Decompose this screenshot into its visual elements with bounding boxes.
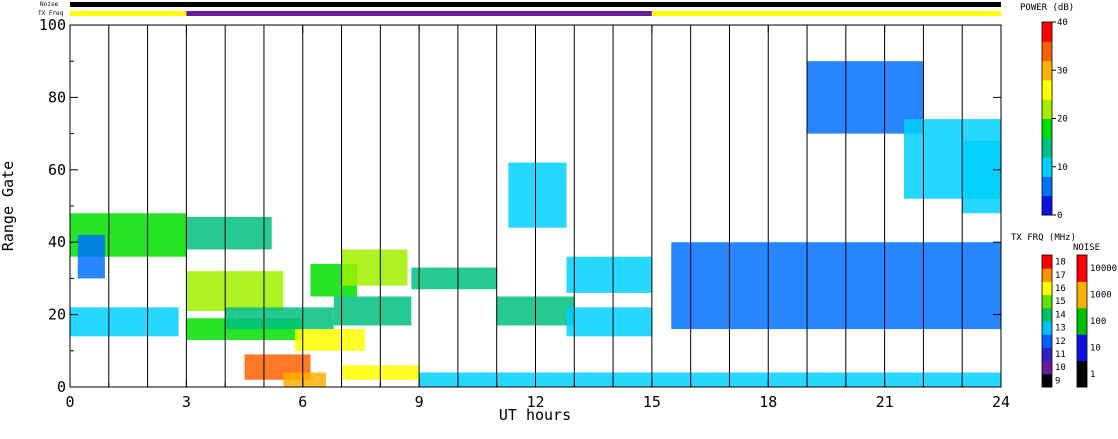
tx-freq-tick-label-3: 12 xyxy=(1055,337,1066,347)
echo-region-12 xyxy=(333,296,412,326)
echo-region-3 xyxy=(186,216,272,250)
tx-freq-colorbar: 9 10 11 12 13 14 15 16 17 18 xyxy=(1041,254,1066,388)
echo-region-23 xyxy=(962,140,1001,214)
tx-freq-tick-label-9: 18 xyxy=(1055,258,1066,268)
noise-tick-label-1: 10 xyxy=(1090,343,1101,353)
tx-freq-color-5 xyxy=(1042,307,1052,322)
y-tick-label-4: 80 xyxy=(48,88,66,106)
echo-region-17 xyxy=(566,256,652,293)
tx-freq-color-9 xyxy=(1042,255,1052,269)
power-color-9 xyxy=(1042,22,1052,42)
echo-region-1 xyxy=(70,307,179,337)
power-color-8 xyxy=(1042,41,1052,62)
y-tick-label-0: 0 xyxy=(57,378,66,396)
y-tick-label-3: 60 xyxy=(48,161,66,179)
x-tick-label-8: 24 xyxy=(992,393,1010,411)
echo-region-8 xyxy=(283,372,327,387)
power-color-0 xyxy=(1042,195,1052,216)
tx-freq-segment-1 xyxy=(186,11,652,16)
echo-region-4 xyxy=(186,271,284,311)
tx-freq-segment-0 xyxy=(70,11,187,16)
tx-freq-color-3 xyxy=(1042,334,1052,348)
noise-bar-label: Noise xyxy=(40,1,58,8)
echo-region-2 xyxy=(77,234,105,279)
tx-freq-color-2 xyxy=(1042,347,1052,362)
power-color-4 xyxy=(1042,118,1052,139)
echo-region-9 xyxy=(294,329,365,351)
power-tick-label-3: 30 xyxy=(1057,66,1068,76)
tx-freq-tick-label-0: 9 xyxy=(1055,376,1060,386)
echo-region-16 xyxy=(508,162,567,228)
echo-region-19 xyxy=(419,372,1001,387)
echo-region-18 xyxy=(566,307,652,337)
power-color-6 xyxy=(1042,79,1052,100)
echo-region-20 xyxy=(671,242,1001,330)
power-tick-label-1: 10 xyxy=(1057,163,1068,173)
tx-freq-color-6 xyxy=(1042,294,1052,309)
power-color-3 xyxy=(1042,137,1052,158)
noise-colorbar: 1 10 100 1000 10000 xyxy=(1076,254,1117,388)
power-tick-label-4: 40 xyxy=(1057,18,1068,28)
tx-freq-color-0 xyxy=(1042,373,1052,388)
x-tick-label-3: 9 xyxy=(415,393,424,411)
y-tick-label-1: 20 xyxy=(48,306,66,324)
noise-tick-label-0: 1 xyxy=(1090,370,1095,380)
tx-freq-tick-label-8: 17 xyxy=(1055,271,1066,281)
power-scale-title: POWER (dB) xyxy=(1020,3,1074,13)
power-tick-label-0: 0 xyxy=(1057,211,1062,221)
y-axis-title: Range Gate xyxy=(0,161,17,251)
x-tick-label-1: 3 xyxy=(182,393,191,411)
noise-tick-label-2: 100 xyxy=(1090,317,1106,327)
x-tick-label-2: 6 xyxy=(298,393,307,411)
tx-freq-tick-label-7: 16 xyxy=(1055,284,1066,294)
x-tick-label-6: 18 xyxy=(759,393,777,411)
noise-tick-label-3: 1000 xyxy=(1090,291,1112,301)
tx-freq-tick-label-5: 14 xyxy=(1055,310,1066,320)
power-tick-label-2: 20 xyxy=(1057,115,1068,125)
tx-freq-color-7 xyxy=(1042,281,1052,296)
power-color-1 xyxy=(1042,176,1052,197)
x-tick-label-0: 0 xyxy=(65,393,74,411)
noise-color-1 xyxy=(1077,334,1087,362)
noise-color-4 xyxy=(1077,255,1087,282)
tx-freq-bar xyxy=(70,11,1001,16)
echo-region-14 xyxy=(411,267,497,290)
tx-freq-color-1 xyxy=(1042,360,1052,375)
x-tick-label-5: 15 xyxy=(643,393,661,411)
tx-freq-tick-label-2: 11 xyxy=(1055,350,1066,360)
power-color-2 xyxy=(1042,157,1052,177)
x-axis-title: UT hours xyxy=(499,406,571,424)
tx-freq-color-4 xyxy=(1042,321,1052,335)
tx-freq-tick-label-1: 10 xyxy=(1055,363,1066,373)
tx-freq-tick-label-4: 13 xyxy=(1055,324,1066,334)
tx-freq-tick-label-6: 15 xyxy=(1055,297,1066,307)
noise-color-0 xyxy=(1077,360,1087,388)
noise-tick-label-4: 10000 xyxy=(1090,264,1117,274)
power-color-5 xyxy=(1042,99,1052,119)
echo-region-11 xyxy=(341,249,408,286)
tx-freq-color-8 xyxy=(1042,268,1052,282)
y-tick-label-2: 40 xyxy=(48,233,66,251)
power-colorbar: 0 10 20 30 40 xyxy=(1041,18,1068,221)
noise-bar xyxy=(70,2,1001,7)
tx-freq-scale-title: TX FRQ (MHz) xyxy=(1011,233,1076,243)
x-tick-label-7: 21 xyxy=(876,393,894,411)
noise-color-2 xyxy=(1077,307,1087,335)
y-tick-label-5: 100 xyxy=(39,16,66,34)
tx-freq-segment-2 xyxy=(651,11,1001,16)
noise-color-3 xyxy=(1077,281,1087,309)
rti-plot-page: Noise TX Freq 0 3 6 9 12 15 18 21 24 0 20 40 60 80 10… xyxy=(0,0,1118,435)
range-time-chart: Noise TX Freq 0 3 6 9 12 15 18 21 24 02040608010… xyxy=(0,1,1117,424)
power-color-7 xyxy=(1042,60,1052,81)
noise-scale-title: NOISE xyxy=(1073,243,1100,253)
echo-region-6 xyxy=(225,307,334,330)
